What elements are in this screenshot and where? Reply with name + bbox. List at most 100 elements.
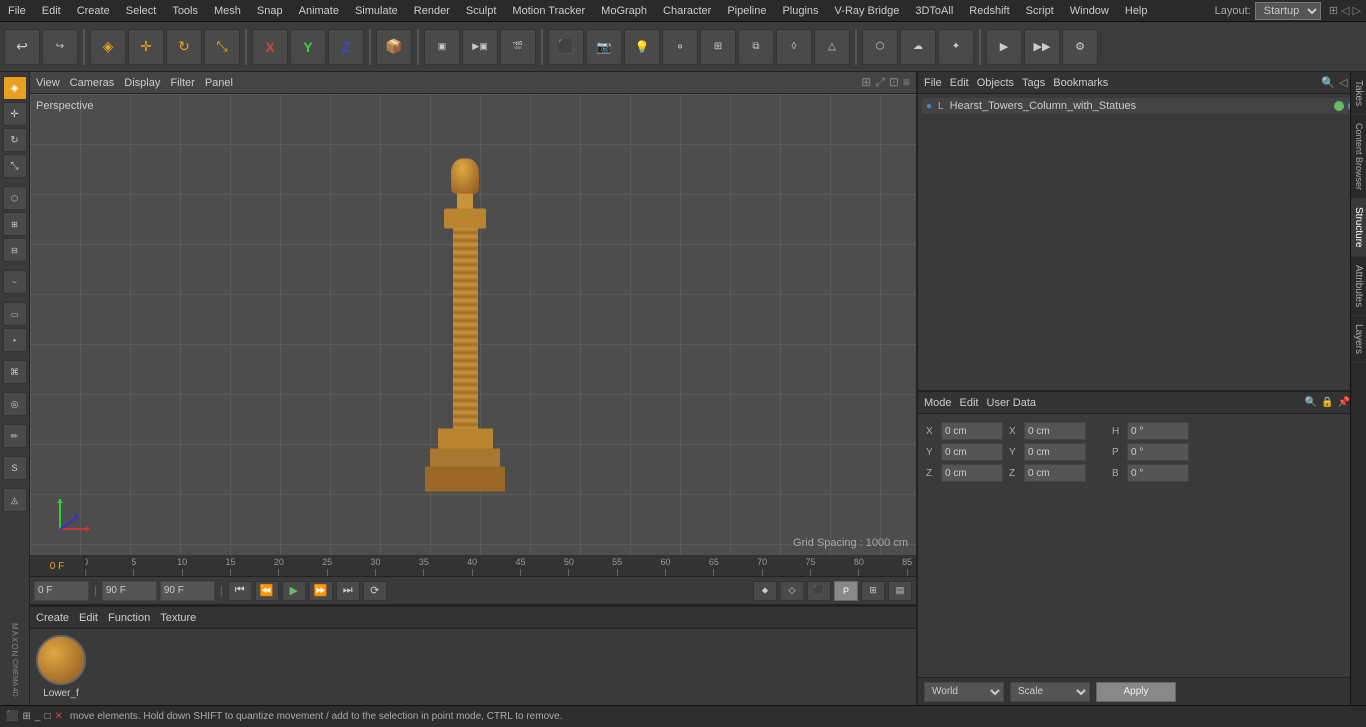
- search-icon[interactable]: 🔍: [1321, 76, 1335, 89]
- rotate-button[interactable]: ↻: [166, 29, 202, 65]
- vis-dot-1[interactable]: [1334, 101, 1344, 111]
- move-button[interactable]: ✛: [128, 29, 164, 65]
- tool-paint[interactable]: S: [3, 456, 27, 480]
- mat-menu-edit[interactable]: Edit: [79, 612, 98, 624]
- object-row[interactable]: ● L Hearst_Towers_Column_with_Statues: [922, 98, 1362, 114]
- z-axis-button[interactable]: Z: [328, 29, 364, 65]
- tool-nurbs[interactable]: ⬡: [3, 186, 27, 210]
- viewport-3d[interactable]: Perspective: [30, 94, 916, 555]
- light-button[interactable]: 💡: [624, 29, 660, 65]
- tool-subdiv[interactable]: ⊞: [3, 212, 27, 236]
- tool-spline[interactable]: ~: [3, 270, 27, 294]
- render-settings-btn[interactable]: ⚙: [1062, 29, 1098, 65]
- select-mode-button[interactable]: ◈: [90, 29, 126, 65]
- viewport-menu-view[interactable]: View: [36, 77, 60, 89]
- render-active-button[interactable]: ▶▣: [462, 29, 498, 65]
- frame-end-input2[interactable]: [160, 581, 215, 601]
- close-icon[interactable]: ✕: [54, 711, 62, 722]
- undo-button[interactable]: ↩: [4, 29, 40, 65]
- menu-file[interactable]: File: [0, 3, 34, 19]
- attr-pin-icon[interactable]: 📌: [1338, 397, 1350, 408]
- menu-character[interactable]: Character: [655, 3, 719, 19]
- obj-menu-file[interactable]: File: [924, 77, 942, 89]
- world-dropdown[interactable]: World: [924, 682, 1004, 702]
- filter-icon[interactable]: ◁: [1339, 76, 1347, 89]
- attr-search-icon[interactable]: 🔍: [1305, 397, 1317, 408]
- goto-end-btn[interactable]: ⏭: [336, 581, 360, 601]
- frame-end-input1[interactable]: [102, 581, 157, 601]
- render-anim-button[interactable]: 🎬: [500, 29, 536, 65]
- tab-attributes[interactable]: Attributes: [1351, 257, 1366, 316]
- material-item[interactable]: Lower_f: [36, 635, 86, 699]
- material-swatch[interactable]: [36, 635, 86, 685]
- layout-icons[interactable]: ⊞ ◁ ▷: [1329, 4, 1361, 17]
- camera-button[interactable]: 📷: [586, 29, 622, 65]
- menu-motion-tracker[interactable]: Motion Tracker: [504, 3, 593, 19]
- tool-texture[interactable]: ◎: [3, 392, 27, 416]
- attr-menu-userdata[interactable]: User Data: [987, 397, 1037, 409]
- tab-takes[interactable]: Takes: [1351, 72, 1366, 115]
- tool-brush[interactable]: ✏: [3, 424, 27, 448]
- object-button[interactable]: 📦: [376, 29, 412, 65]
- tool-move[interactable]: ✛: [3, 102, 27, 126]
- sky-button[interactable]: ☁: [900, 29, 936, 65]
- tab-structure[interactable]: Structure: [1351, 199, 1366, 257]
- loop-btn[interactable]: ⟳: [363, 581, 387, 601]
- goto-start-btn[interactable]: ⏮: [228, 581, 252, 601]
- apply-button[interactable]: Apply: [1096, 682, 1176, 702]
- ruler-track[interactable]: 051015202530354045505560657075808590: [85, 555, 916, 577]
- particle-button[interactable]: ✦: [938, 29, 974, 65]
- viewport-menu-filter[interactable]: Filter: [170, 77, 194, 89]
- obj-menu-objects[interactable]: Objects: [977, 77, 1014, 89]
- obj-menu-edit[interactable]: Edit: [950, 77, 969, 89]
- x-axis-button[interactable]: X: [252, 29, 288, 65]
- menu-snap[interactable]: Snap: [249, 3, 291, 19]
- menu-vray[interactable]: V-Ray Bridge: [827, 3, 908, 19]
- attr-lock-icon[interactable]: 🔒: [1321, 397, 1333, 408]
- render-btn[interactable]: ▶: [986, 29, 1022, 65]
- menu-help[interactable]: Help: [1117, 3, 1156, 19]
- redo-button[interactable]: ↪: [42, 29, 78, 65]
- timeline-opts-btn[interactable]: ⊞: [861, 581, 885, 601]
- viewport-menu-panel[interactable]: Panel: [205, 77, 233, 89]
- viewport-menu-display[interactable]: Display: [124, 77, 160, 89]
- menu-window[interactable]: Window: [1062, 3, 1117, 19]
- tool-sculpt[interactable]: ◬: [3, 488, 27, 512]
- viewport-icon-3[interactable]: ⊡: [889, 75, 899, 90]
- viewport-canvas[interactable]: Perspective: [30, 94, 916, 555]
- key-sel-btn[interactable]: ◇: [780, 581, 804, 601]
- b-input[interactable]: [1127, 464, 1189, 482]
- tab-layers[interactable]: Layers: [1351, 316, 1366, 363]
- p-input[interactable]: [1127, 443, 1189, 461]
- menu-mesh[interactable]: Mesh: [206, 3, 249, 19]
- key-all-btn[interactable]: ⬥: [753, 581, 777, 601]
- viewport-icon-4[interactable]: ≡: [903, 75, 910, 90]
- obj-menu-bookmarks[interactable]: Bookmarks: [1053, 77, 1108, 89]
- h-input[interactable]: [1127, 422, 1189, 440]
- menu-pipeline[interactable]: Pipeline: [719, 3, 774, 19]
- menu-3dtoall[interactable]: 3DToAll: [907, 3, 961, 19]
- rot-x-input[interactable]: [1024, 422, 1086, 440]
- menu-script[interactable]: Script: [1018, 3, 1062, 19]
- tool-rotate[interactable]: ↻: [3, 128, 27, 152]
- menu-edit[interactable]: Edit: [34, 3, 69, 19]
- mat-menu-create[interactable]: Create: [36, 612, 69, 624]
- cube-button[interactable]: ⬛: [548, 29, 584, 65]
- subdiv-button[interactable]: ⊞: [700, 29, 736, 65]
- viewport-icon-1[interactable]: ⊞: [861, 75, 871, 90]
- menu-render[interactable]: Render: [406, 3, 458, 19]
- obj-menu-tags[interactable]: Tags: [1022, 77, 1045, 89]
- mograph-button[interactable]: ⧉: [738, 29, 774, 65]
- play-btn[interactable]: ▶: [282, 581, 306, 601]
- minimize-icon[interactable]: _: [35, 711, 41, 722]
- attr-menu-edit[interactable]: Edit: [960, 397, 979, 409]
- menu-sculpt[interactable]: Sculpt: [458, 3, 505, 19]
- step-back-btn[interactable]: ⏪: [255, 581, 279, 601]
- viewport-icon-2[interactable]: ⤢: [875, 75, 885, 90]
- tool-magnet[interactable]: ⌘: [3, 360, 27, 384]
- scale-dropdown[interactable]: Scale: [1010, 682, 1090, 702]
- tool-select[interactable]: ◈: [3, 76, 27, 100]
- tool-point[interactable]: •: [3, 328, 27, 352]
- scale-button[interactable]: ⤡: [204, 29, 240, 65]
- tab-content-browser[interactable]: Content Browser: [1351, 115, 1366, 199]
